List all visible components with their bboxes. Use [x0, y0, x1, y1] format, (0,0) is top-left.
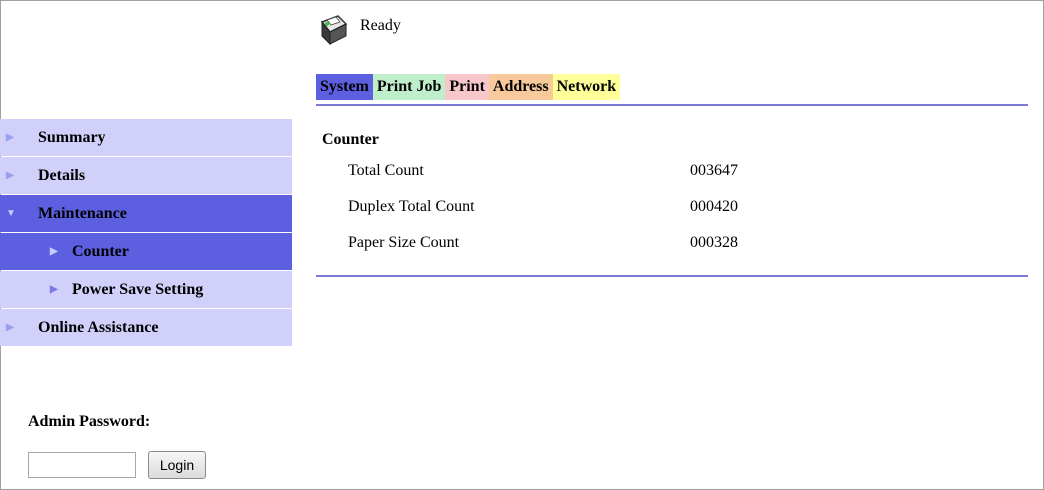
triangle-right-icon: ▶ — [50, 284, 58, 295]
sidebar-item-maintenance[interactable]: ▼ Maintenance — [0, 195, 292, 232]
triangle-right-icon: ▶ — [6, 322, 14, 333]
sidebar-item-summary[interactable]: ▶ Summary — [0, 119, 292, 156]
triangle-down-icon: ▼ — [6, 208, 16, 219]
tab-system[interactable]: System — [316, 74, 373, 100]
table-row: Total Count 003647 — [322, 153, 1028, 189]
tab-print-job[interactable]: Print Job — [372, 74, 446, 100]
table-row: Paper Size Count 000328 — [322, 225, 1028, 261]
row-label: Duplex Total Count — [348, 198, 475, 215]
sidebar-item-label: Details — [38, 167, 86, 184]
tabs-divider — [316, 104, 1028, 106]
row-value: 000328 — [690, 234, 738, 251]
sidebar-item-online-assistance[interactable]: ▶ Online Assistance — [0, 309, 292, 346]
triangle-right-icon: ▶ — [6, 170, 14, 181]
sidebar-item-power-save-setting[interactable]: ▶ Power Save Setting — [0, 271, 292, 308]
content-divider — [316, 275, 1028, 277]
row-value: 003647 — [690, 162, 738, 179]
row-label: Total Count — [348, 162, 424, 179]
counter-panel: Counter Total Count 003647 Duplex Total … — [322, 127, 1028, 261]
sidebar-item-label: Power Save Setting — [72, 281, 204, 298]
sidebar-item-details[interactable]: ▶ Details — [0, 157, 292, 194]
status-text: Ready — [360, 17, 401, 34]
tab-print[interactable]: Print — [445, 74, 489, 100]
device-status: Ready — [318, 12, 401, 52]
sidebar-item-label: Online Assistance — [38, 319, 159, 336]
tab-network[interactable]: Network — [552, 74, 621, 100]
top-tabs: System Print Job Print Address Network — [316, 74, 621, 100]
login-button[interactable]: Login — [148, 451, 206, 479]
section-title: Counter — [322, 131, 379, 148]
sidebar-item-label: Summary — [38, 129, 106, 146]
row-label: Paper Size Count — [348, 234, 460, 251]
sidebar-item-label: Counter — [72, 243, 129, 260]
sidebar-item-counter[interactable]: ▶ Counter — [0, 233, 292, 270]
triangle-right-icon: ▶ — [6, 132, 14, 143]
sidebar-item-label: Maintenance — [38, 205, 127, 222]
tab-address[interactable]: Address — [488, 74, 553, 100]
admin-password-label: Admin Password: — [28, 413, 151, 430]
admin-password-input[interactable] — [28, 452, 136, 478]
printer-icon — [320, 15, 348, 46]
table-row: Duplex Total Count 000420 — [322, 189, 1028, 225]
triangle-right-icon: ▶ — [50, 246, 58, 257]
row-value: 000420 — [690, 198, 738, 215]
counter-table: Total Count 003647 Duplex Total Count 00… — [322, 153, 1028, 261]
sidebar-nav: ▶ Summary ▶ Details ▼ Maintenance ▶ Coun… — [0, 119, 292, 347]
